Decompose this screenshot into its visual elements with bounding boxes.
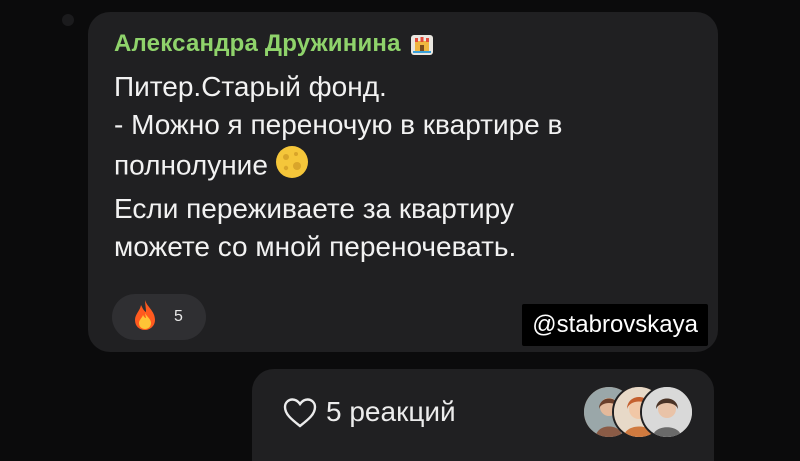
fire-reaction-chip[interactable]: 5 bbox=[112, 294, 206, 340]
full-moon-icon bbox=[274, 144, 310, 190]
heart-outline-icon bbox=[282, 397, 318, 434]
watermark: @stabrovskaya bbox=[522, 304, 708, 346]
message-line-with-emoji: полнолуние bbox=[114, 144, 694, 190]
reactions-footer[interactable]: 5 реакций bbox=[252, 369, 714, 461]
avatar[interactable] bbox=[640, 385, 694, 439]
message-line: полнолуние bbox=[114, 149, 268, 181]
castle-badge-icon bbox=[409, 31, 435, 57]
decorative-dot bbox=[62, 14, 74, 26]
sender-name[interactable]: Александра Дружинина bbox=[114, 30, 401, 58]
reactions-count-label: 5 реакций bbox=[326, 396, 456, 427]
reaction-count: 5 bbox=[174, 308, 183, 325]
message-line: можете со мной переночевать. bbox=[114, 231, 517, 262]
message-line: Если переживаете за квартиру bbox=[114, 193, 514, 224]
message-line: - Можно я переночую в квартире в bbox=[114, 109, 563, 140]
fire-icon bbox=[130, 299, 160, 336]
reactor-avatars[interactable] bbox=[582, 385, 694, 439]
message-bubble[interactable]: Александра Дружинина Питер.Старый фонд. … bbox=[88, 12, 718, 352]
message-text: Питер.Старый фонд. - Можно я переночую в… bbox=[114, 68, 694, 266]
message-line: Питер.Старый фонд. bbox=[114, 71, 387, 102]
sender-row: Александра Дружинина bbox=[114, 30, 435, 58]
